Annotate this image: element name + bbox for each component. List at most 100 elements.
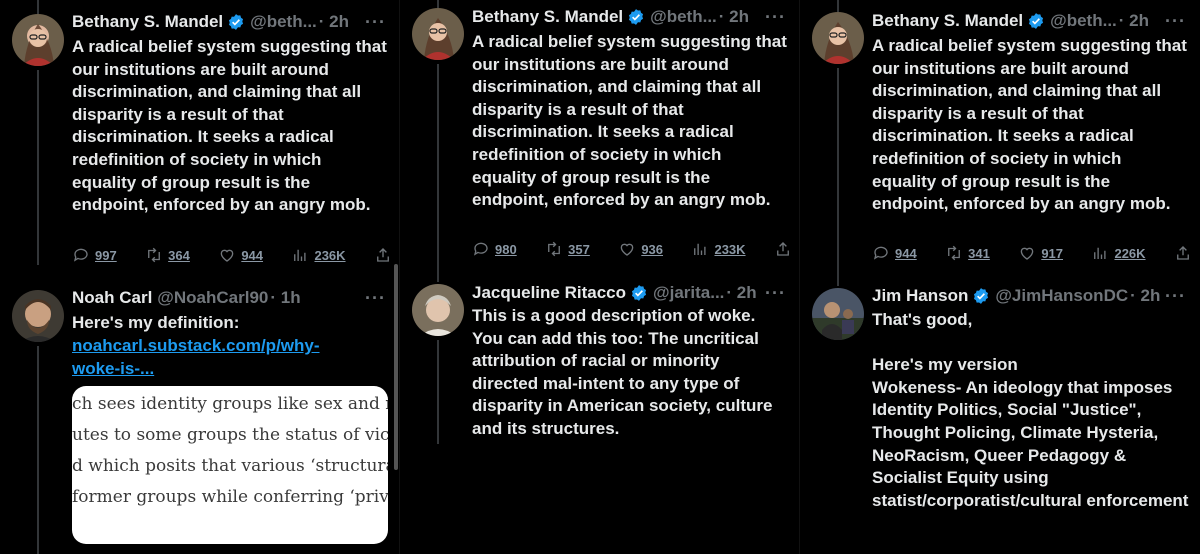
view-count: 226K (1114, 245, 1146, 261)
tweet-time[interactable]: · 1h (270, 288, 300, 308)
verified-badge-icon (629, 9, 644, 25)
author-name[interactable]: Noah Carl (72, 288, 152, 308)
author-name[interactable]: Bethany S. Mandel (872, 11, 1023, 31)
tweet-header: Jim Hanson @JimHansonDC · 2h (872, 285, 1190, 307)
author-handle[interactable]: @NoahCarl90 (157, 288, 268, 308)
tweet-time[interactable]: · 2h (319, 12, 349, 32)
avatar[interactable] (412, 8, 464, 60)
thread-line-top (837, 0, 839, 12)
like-count: 936 (641, 241, 664, 257)
avatar[interactable] (812, 12, 864, 64)
thread-line (837, 68, 839, 286)
like-button[interactable]: 936 (618, 240, 663, 258)
avatar[interactable] (412, 284, 464, 336)
tweet-actions: 997 364 944 236K (72, 244, 392, 266)
author-handle[interactable]: @JimHansonDC (995, 286, 1128, 306)
verified-badge-icon (974, 288, 989, 304)
author-name[interactable]: Bethany S. Mandel (472, 7, 623, 27)
thread-line-top (437, 0, 439, 8)
share-icon (777, 242, 789, 256)
tweet-link[interactable]: noahcarl.substack.com/p/why-woke-is-... (72, 335, 362, 380)
like-button[interactable]: 917 (1018, 244, 1063, 262)
share-button[interactable] (1174, 244, 1192, 262)
more-icon[interactable]: ··· (765, 7, 786, 28)
reply-count: 980 (495, 241, 517, 257)
screenshot-panel-3: Bethany S. Mandel @beth... · 2h ··· A ra… (800, 0, 1200, 554)
thread-line-reply (437, 340, 439, 444)
more-icon[interactable]: ··· (365, 12, 386, 33)
retweet-button[interactable]: 364 (145, 246, 190, 264)
reply-button[interactable]: 980 (472, 240, 517, 258)
views-button[interactable]: 226K (1091, 244, 1146, 262)
reply-button[interactable]: 944 (872, 244, 917, 262)
author-handle[interactable]: @beth... (650, 7, 717, 27)
thread-line-top (37, 0, 39, 14)
card-text-line: d which posits that various ‘structura (72, 456, 388, 476)
views-icon (694, 243, 707, 255)
views-icon (1094, 247, 1107, 259)
author-name[interactable]: Jim Hanson (872, 286, 968, 306)
reply-icon (73, 248, 88, 262)
more-icon[interactable]: ··· (1165, 286, 1186, 307)
like-count: 944 (241, 247, 264, 263)
retweet-count: 357 (568, 241, 590, 257)
retweet-count: 341 (968, 245, 990, 261)
more-icon[interactable]: ··· (365, 288, 386, 309)
share-icon (1177, 246, 1189, 260)
retweet-icon (548, 241, 561, 257)
tweet-time[interactable]: · 2h (726, 283, 756, 303)
tweet-time[interactable]: · 2h (719, 7, 749, 27)
author-name[interactable]: Jacqueline Ritacco (472, 283, 626, 303)
author-name[interactable]: Bethany S. Mandel (72, 12, 223, 32)
view-count: 233K (714, 241, 746, 257)
avatar[interactable] (12, 14, 64, 66)
avatar[interactable] (812, 288, 864, 340)
retweet-button[interactable]: 357 (545, 240, 590, 258)
share-button[interactable] (774, 240, 792, 258)
tweet-header: Jacqueline Ritacco @jarita... · 2h (472, 282, 790, 304)
tweet-time[interactable]: · 2h (1119, 11, 1149, 31)
like-button[interactable]: 944 (218, 246, 263, 264)
view-count: 236K (314, 247, 346, 263)
share-button[interactable] (374, 246, 392, 264)
retweet-icon (148, 247, 161, 263)
author-handle[interactable]: @beth... (1050, 11, 1117, 31)
verified-badge-icon (229, 14, 244, 30)
like-count: 917 (1041, 245, 1064, 261)
views-button[interactable]: 236K (291, 246, 346, 264)
more-icon[interactable]: ··· (1165, 11, 1186, 32)
like-icon (221, 249, 234, 262)
thread-line-reply (37, 346, 39, 554)
retweet-button[interactable]: 341 (945, 244, 990, 262)
avatar[interactable] (12, 290, 64, 342)
verified-badge-icon (1029, 13, 1044, 29)
author-handle[interactable]: @beth... (250, 12, 317, 32)
scrollbar[interactable] (394, 264, 398, 470)
thread-line (37, 70, 39, 265)
tweet-text: Here's my definition: (72, 313, 240, 332)
retweet-icon (948, 245, 961, 261)
tweet-header: Bethany S. Mandel @beth... · 2h (872, 10, 1190, 32)
tweet-header: Bethany S. Mandel @beth... · 2h (72, 11, 390, 33)
tweet-actions: 980 357 936 233K (472, 238, 792, 260)
tweet-header: Noah Carl @NoahCarl90 · 1h (72, 287, 390, 309)
screenshot-panel-1: Bethany S. Mandel @beth... · 2h ··· A ra… (0, 0, 400, 554)
share-icon (377, 248, 389, 262)
card-text-line: former groups while conferring ‘privi (72, 487, 388, 507)
reply-icon (873, 246, 888, 260)
reply-count: 944 (895, 245, 917, 261)
tweet-text: A radical belief system suggesting that … (872, 36, 1187, 214)
screenshot-panel-2: Bethany S. Mandel @beth... · 2h ··· A ra… (400, 0, 800, 554)
link-card-image[interactable]: ch sees identity groups like sex and ra … (72, 386, 388, 544)
tweet-time[interactable]: · 2h (1130, 286, 1160, 306)
tweet-text: A radical belief system suggesting that … (72, 37, 387, 215)
tweet-actions: 944 341 917 226K (872, 242, 1192, 264)
reply-count: 997 (95, 247, 117, 263)
reply-button[interactable]: 997 (72, 246, 117, 264)
like-icon (1021, 247, 1034, 260)
retweet-count: 364 (168, 247, 190, 263)
like-icon (621, 243, 634, 256)
views-button[interactable]: 233K (691, 240, 746, 258)
author-handle[interactable]: @jarita... (653, 283, 724, 303)
more-icon[interactable]: ··· (765, 283, 786, 304)
